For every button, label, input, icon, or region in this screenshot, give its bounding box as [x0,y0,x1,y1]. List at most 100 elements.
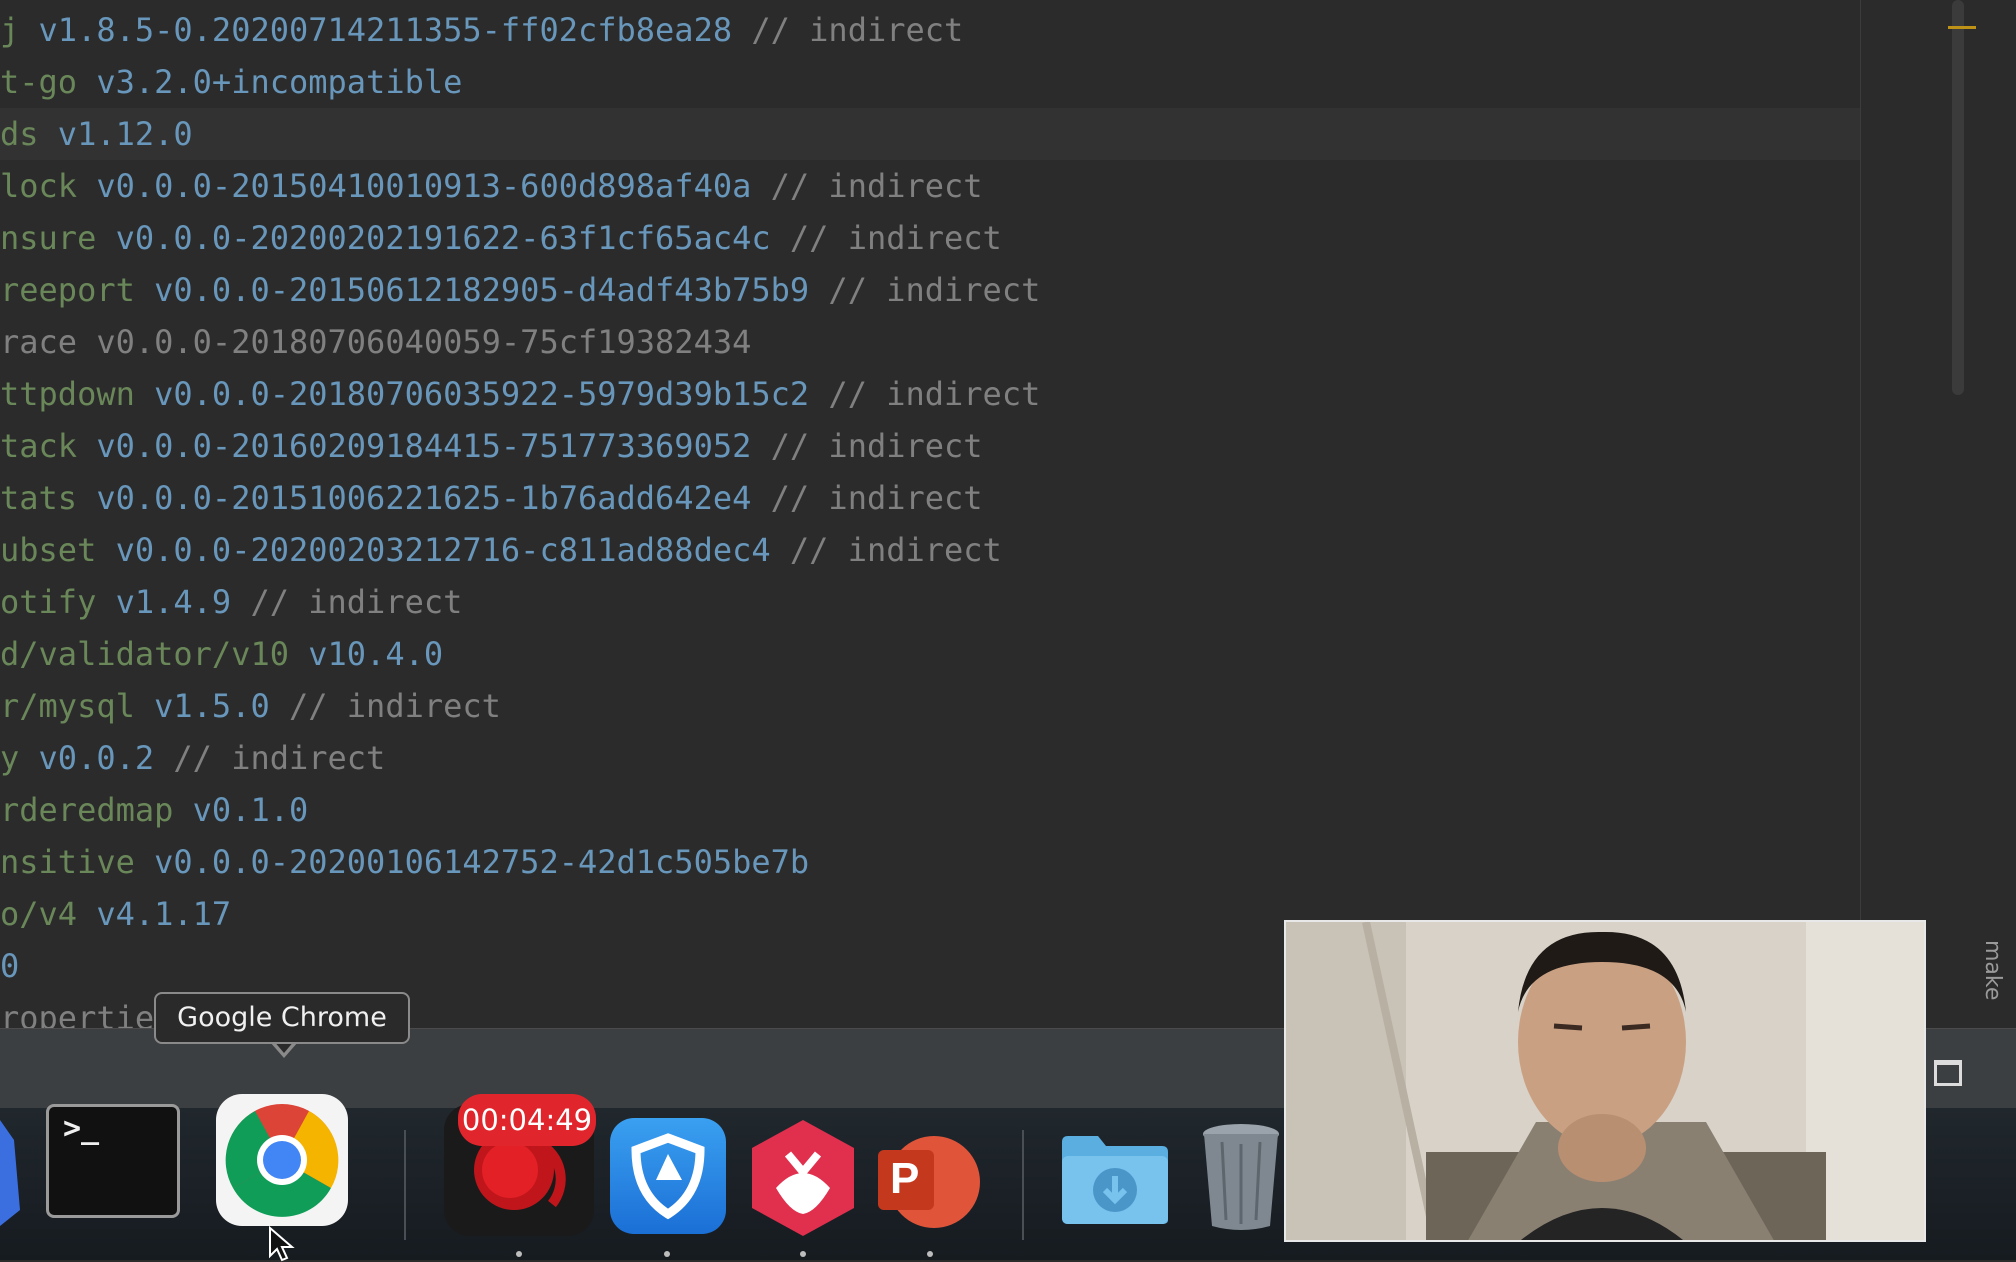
line-comment: // indirect [770,167,983,205]
code-line[interactable]: rderedmap v0.1.0 [0,784,328,836]
webcam-overlay[interactable] [1284,920,1926,1242]
code-line[interactable]: ttpdown v0.0.0-20180706035922-5979d39b15… [0,368,1040,420]
restore-window-icon[interactable] [1934,1060,1962,1086]
line-comment: // indirect [789,531,1002,569]
powerpoint-letter: P [890,1154,920,1203]
downloads-folder-icon[interactable] [1058,1134,1172,1226]
module-path: rderedmap [0,791,174,829]
code-line[interactable]: reeport v0.0.0-20150612182905-d4adf43b75… [0,264,1040,316]
running-indicator [927,1251,933,1257]
module-version: v0.0.0-20200203212716-c811ad88dec4 [115,531,771,569]
module-version: v0.0.0-20151006221625-1b76add642e4 [96,479,752,517]
module-version: v3.2.0+incompatible [96,63,463,101]
trash-can-icon [1203,1124,1279,1230]
module-path: ubset [0,531,97,569]
code-line[interactable]: o/v4 v4.1.17 [0,888,250,940]
code-line[interactable]: d/validator/v10 v10.4.0 [0,628,462,680]
code-line[interactable]: ubset v0.0.0-20200203212716-c811ad88dec4… [0,524,1002,576]
line-comment: // indirect [751,11,964,49]
code-line[interactable]: nsitive v0.0.0-20200106142752-42d1c505be… [0,836,828,888]
scrollbar-thumb[interactable] [1952,0,1964,395]
chrome-logo-icon [225,1104,339,1217]
shield-icon [631,1133,705,1220]
code-line[interactable]: t-go v3.2.0+incompatible [0,56,482,108]
module-version: v1.8.5-0.20200714211355-ff02cfb8ea28 [38,11,733,49]
code-line[interactable]: nsure v0.0.0-20200202191622-63f1cf65ac4c… [0,212,1002,264]
line-comment: // indirect [789,219,1002,257]
line-comment: // indirect [288,687,501,725]
module-version: v1.12.0 [57,115,193,153]
module-path: t-go [0,63,78,101]
mouse-cursor-icon [269,1226,295,1262]
module-version: v0.0.0-20150612182905-d4adf43b75b9 [154,271,810,309]
trash-icon[interactable] [1196,1120,1286,1232]
line-comment: // indirect [770,427,983,465]
module-version: v0.0.0-20160209184415-751773369052 [96,427,752,465]
line-comment: // indirect [250,583,463,621]
code-line[interactable]: y v0.0.2 // indirect [0,732,385,784]
module-path: y [0,739,20,777]
module-version: v0.0.0-20180706040059-75cf19382434 [96,323,752,361]
code-line[interactable]: j v1.8.5-0.20200714211355-ff02cfb8ea28 /… [0,4,963,56]
line-comment: // indirect [770,479,983,517]
running-indicator [664,1251,670,1257]
code-line-unused[interactable]: race v0.0.0-20180706040059-75cf19382434 [0,316,771,368]
module-path: race [0,323,78,361]
module-path: 0 [0,947,20,985]
terminal-app-icon[interactable]: >_ [46,1104,180,1218]
google-chrome-app-icon[interactable] [216,1094,348,1226]
module-path: nsure [0,219,97,257]
module-version: v1.5.0 [154,687,270,725]
module-path: ropertie [0,999,155,1030]
shield-app-icon[interactable] [610,1118,726,1234]
module-version: v0.0.0-20180706035922-5979d39b15c2 [154,375,810,413]
hexagon-bird-icon [752,1120,854,1236]
line-comment: // indirect [828,271,1041,309]
module-version: v10.4.0 [308,635,444,673]
code-line[interactable]: r/mysql v1.5.0 // indirect [0,680,501,732]
make-tool-tab[interactable]: make [1976,940,2016,1040]
bird-app-icon[interactable] [748,1118,858,1238]
running-indicator [800,1251,806,1257]
vertical-scrollbar[interactable] [1952,0,1970,1030]
module-version: v1.4.9 [115,583,232,621]
line-comment: // indirect [173,739,386,777]
code-line[interactable]: tack v0.0.0-20160209184415-751773369052 … [0,420,983,472]
code-line[interactable]: lock v0.0.0-20150410010913-600d898af40a … [0,160,983,212]
code-line[interactable]: tats v0.0.0-20151006221625-1b76add642e4 … [0,472,983,524]
partial-app-icon[interactable] [0,1120,22,1226]
code-line[interactable]: 0 [0,940,19,992]
module-path: tack [0,427,78,465]
module-path: j [0,11,20,49]
code-line[interactable]: otify v1.4.9 // indirect [0,576,462,628]
right-margin-gutter [1860,0,1901,1030]
module-path: d/validator/v10 [0,635,289,673]
dock-separator [404,1130,406,1240]
module-path: r/mysql [0,687,135,725]
make-tool-tab-label: make [1980,940,2005,1001]
download-folder-icon [1062,1136,1168,1224]
code-line-current[interactable]: ds v1.12.0 [0,108,1860,160]
warning-marker[interactable] [1948,26,1976,29]
module-version: v4.1.17 [96,895,232,933]
module-path: o/v4 [0,895,78,933]
module-version: v0.1.0 [192,791,309,829]
module-version: v0.0.0-20200106142752-42d1c505be7b [154,843,810,881]
line-comment: // indirect [828,375,1041,413]
module-path: nsitive [0,843,135,881]
terminal-prompt: >_ [63,1111,100,1146]
dock-tooltip: Google Chrome [154,992,410,1044]
powerpoint-app-icon[interactable]: P [874,1132,984,1232]
code-editor[interactable]: j v1.8.5-0.20200714211355-ff02cfb8ea28 /… [0,0,1860,1030]
module-path: lock [0,167,78,205]
module-version: v0.0.0-20200202191622-63f1cf65ac4c [115,219,771,257]
code-line[interactable]: ropertie [0,992,154,1030]
recording-timer-badge: 00:04:49 [458,1094,596,1146]
module-path: reeport [0,271,135,309]
webcam-person-video [1286,922,1924,1240]
running-indicator [516,1251,522,1257]
module-path: otify [0,583,97,621]
module-path: tats [0,479,78,517]
module-version: v0.0.0-20150410010913-600d898af40a [96,167,752,205]
module-path: ds [0,115,39,153]
